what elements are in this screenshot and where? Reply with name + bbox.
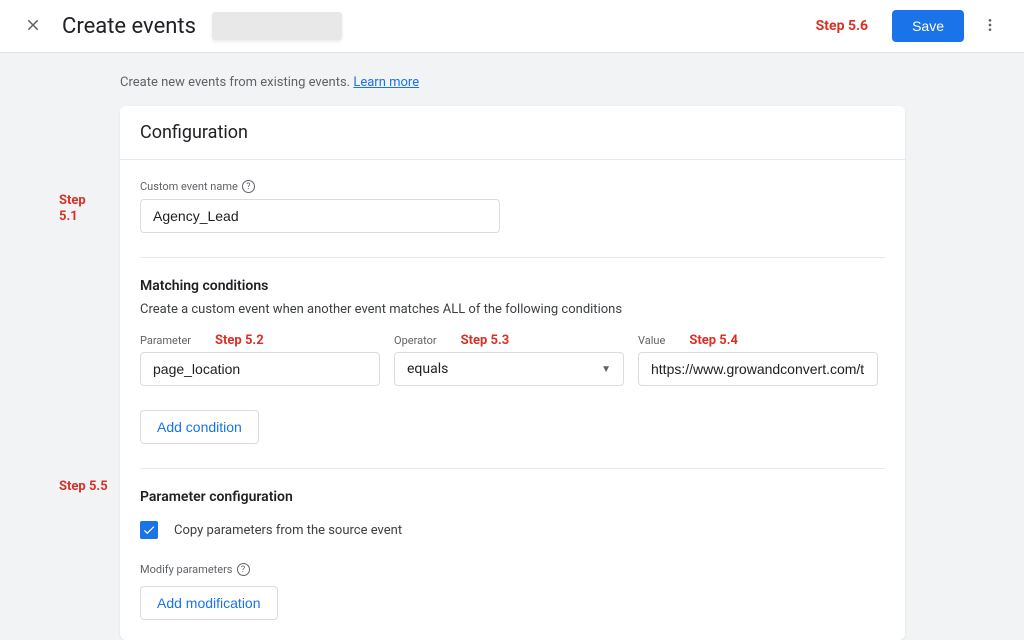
divider — [140, 468, 885, 469]
annotation-step-5-1: Step5.1 — [59, 193, 86, 224]
card-header: Configuration — [120, 106, 905, 160]
event-name-input[interactable] — [140, 199, 500, 233]
modify-params-label: Modify parameters ? — [140, 563, 885, 576]
operator-value: equals — [407, 361, 448, 377]
value-input[interactable] — [638, 352, 878, 386]
matching-title: Matching conditions — [140, 278, 885, 294]
config-card: Configuration Custom event name ? Matchi… — [120, 106, 905, 640]
help-icon[interactable]: ? — [237, 563, 250, 576]
annotation-step-5-2: Step 5.2 — [215, 333, 264, 348]
operator-label: Operator — [394, 334, 437, 347]
value-label: Value — [638, 334, 665, 347]
card-title: Configuration — [140, 122, 885, 143]
condition-row: Parameter Step 5.2 Operator Step 5.3 equ… — [140, 333, 885, 386]
save-button[interactable]: Save — [892, 10, 964, 42]
annotation-step-5-6: Step 5.6 — [816, 18, 868, 34]
close-icon[interactable] — [20, 12, 46, 41]
annotation-step-5-5: Step 5.5 — [59, 479, 108, 495]
parameter-label: Parameter — [140, 334, 191, 347]
more-icon[interactable] — [976, 11, 1004, 42]
copy-params-checkbox[interactable] — [140, 521, 158, 539]
chevron-down-icon: ▼ — [601, 364, 611, 375]
copy-params-label: Copy parameters from the source event — [174, 523, 402, 538]
annotation-step-5-4: Step 5.4 — [689, 333, 738, 348]
param-config-title: Parameter configuration — [140, 489, 885, 505]
event-name-label: Custom event name ? — [140, 180, 885, 193]
add-modification-button[interactable]: Add modification — [140, 586, 278, 620]
page-title: Create events — [62, 14, 196, 39]
operator-select[interactable]: equals ▼ — [394, 352, 624, 386]
page-header: Create events Step 5.6 Save — [0, 0, 1024, 53]
intro-text: Create new events from existing events. … — [0, 75, 1024, 90]
annotation-step-5-3: Step 5.3 — [461, 333, 510, 348]
copy-params-row: Copy parameters from the source event — [140, 521, 885, 539]
parameter-input[interactable] — [140, 352, 380, 386]
redacted-chip — [212, 12, 342, 40]
add-condition-button[interactable]: Add condition — [140, 410, 259, 444]
matching-subtitle: Create a custom event when another event… — [140, 302, 885, 317]
help-icon[interactable]: ? — [242, 180, 255, 193]
learn-more-link[interactable]: Learn more — [353, 75, 419, 90]
divider — [140, 257, 885, 258]
body: Step5.1 Step 5.5 Create new events from … — [0, 53, 1024, 640]
